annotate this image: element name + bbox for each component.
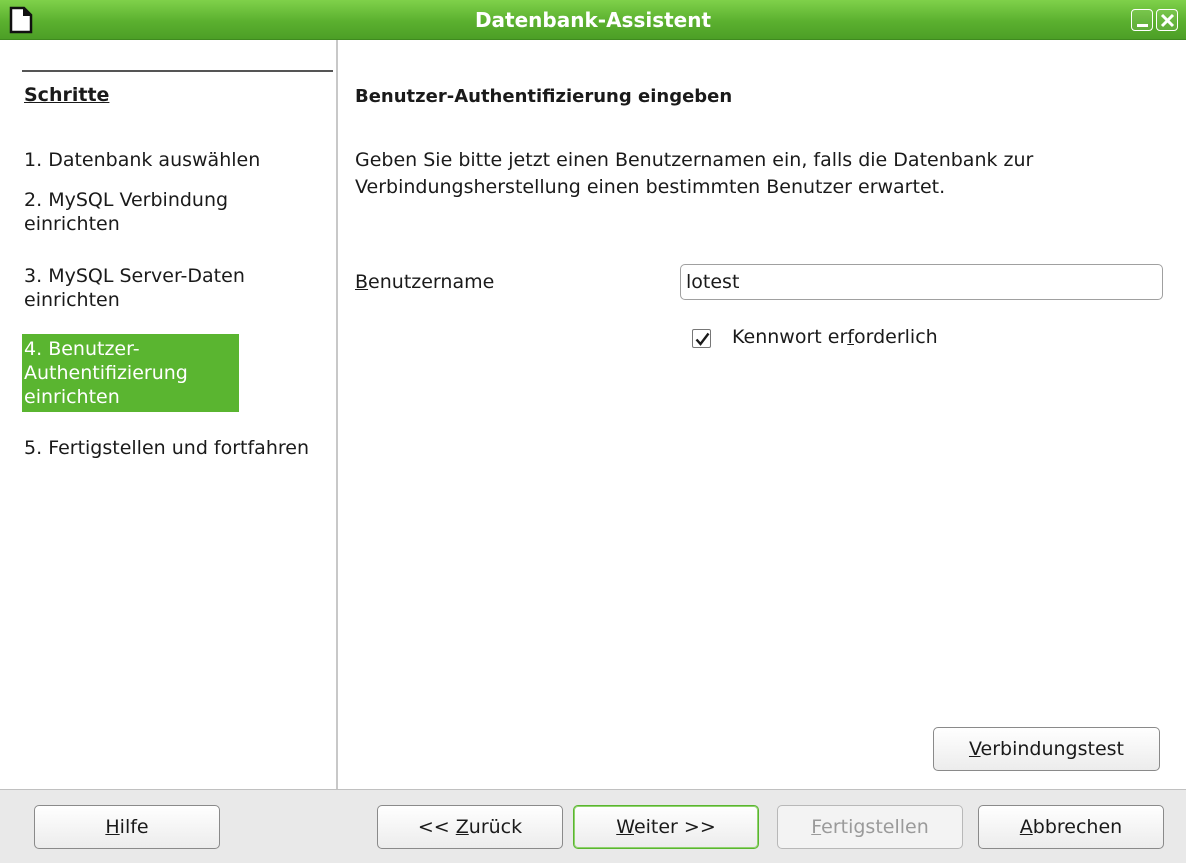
step-number: 3.: [24, 265, 43, 287]
finish-button[interactable]: Fertigstellen: [777, 805, 963, 849]
minimize-icon: [1137, 24, 1148, 27]
step-label: Datenbank auswählen: [48, 149, 261, 171]
section-title: Benutzer-Authentifizierung eingeben: [355, 86, 733, 107]
back-button[interactable]: << Zurück: [377, 805, 563, 849]
step-2[interactable]: 2. MySQL Verbindung einrichten: [24, 188, 314, 236]
checkmark-icon: [695, 332, 710, 346]
step-number: 2.: [24, 189, 43, 211]
help-button[interactable]: Hilfe: [34, 805, 220, 849]
username-label: Benutzername: [355, 271, 495, 293]
cancel-button[interactable]: Abbrechen: [978, 805, 1164, 849]
title-bar: Datenbank-Assistent: [0, 0, 1186, 40]
step-label: Fertigstellen und fortfahren: [48, 437, 309, 459]
steps-heading: Schritte: [24, 84, 110, 106]
step-number: 5.: [24, 437, 43, 459]
steps-separator: [22, 70, 333, 72]
close-button[interactable]: [1156, 9, 1178, 31]
step-label: MySQL Verbindung einrichten: [24, 189, 229, 235]
step-4-active[interactable]: 4. Benutzer-Authentifizierung einrichten: [22, 334, 239, 412]
password-required-label[interactable]: Kennwort erforderlich: [732, 326, 938, 348]
close-icon: [1160, 13, 1175, 28]
window-title: Datenbank-Assistent: [474, 8, 712, 32]
step-label: Benutzer-Authentifizierung einrichten: [24, 338, 188, 408]
description-text: Geben Sie bitte jetzt einen Benutzername…: [355, 149, 1034, 198]
minimize-button[interactable]: [1131, 9, 1153, 31]
step-number: 1.: [24, 149, 43, 171]
step-number: 4.: [24, 338, 43, 360]
next-button[interactable]: Weiter >>: [573, 805, 759, 849]
step-3[interactable]: 3. MySQL Server-Daten einrichten: [24, 264, 314, 312]
password-required-checkbox[interactable]: [692, 329, 711, 348]
username-input[interactable]: [680, 264, 1163, 300]
connection-test-button[interactable]: Verbindungstest: [933, 727, 1160, 771]
step-5[interactable]: 5. Fertigstellen und fortfahren: [24, 436, 314, 460]
step-1[interactable]: 1. Datenbank auswählen: [24, 148, 314, 172]
step-label: MySQL Server-Daten einrichten: [24, 265, 245, 311]
